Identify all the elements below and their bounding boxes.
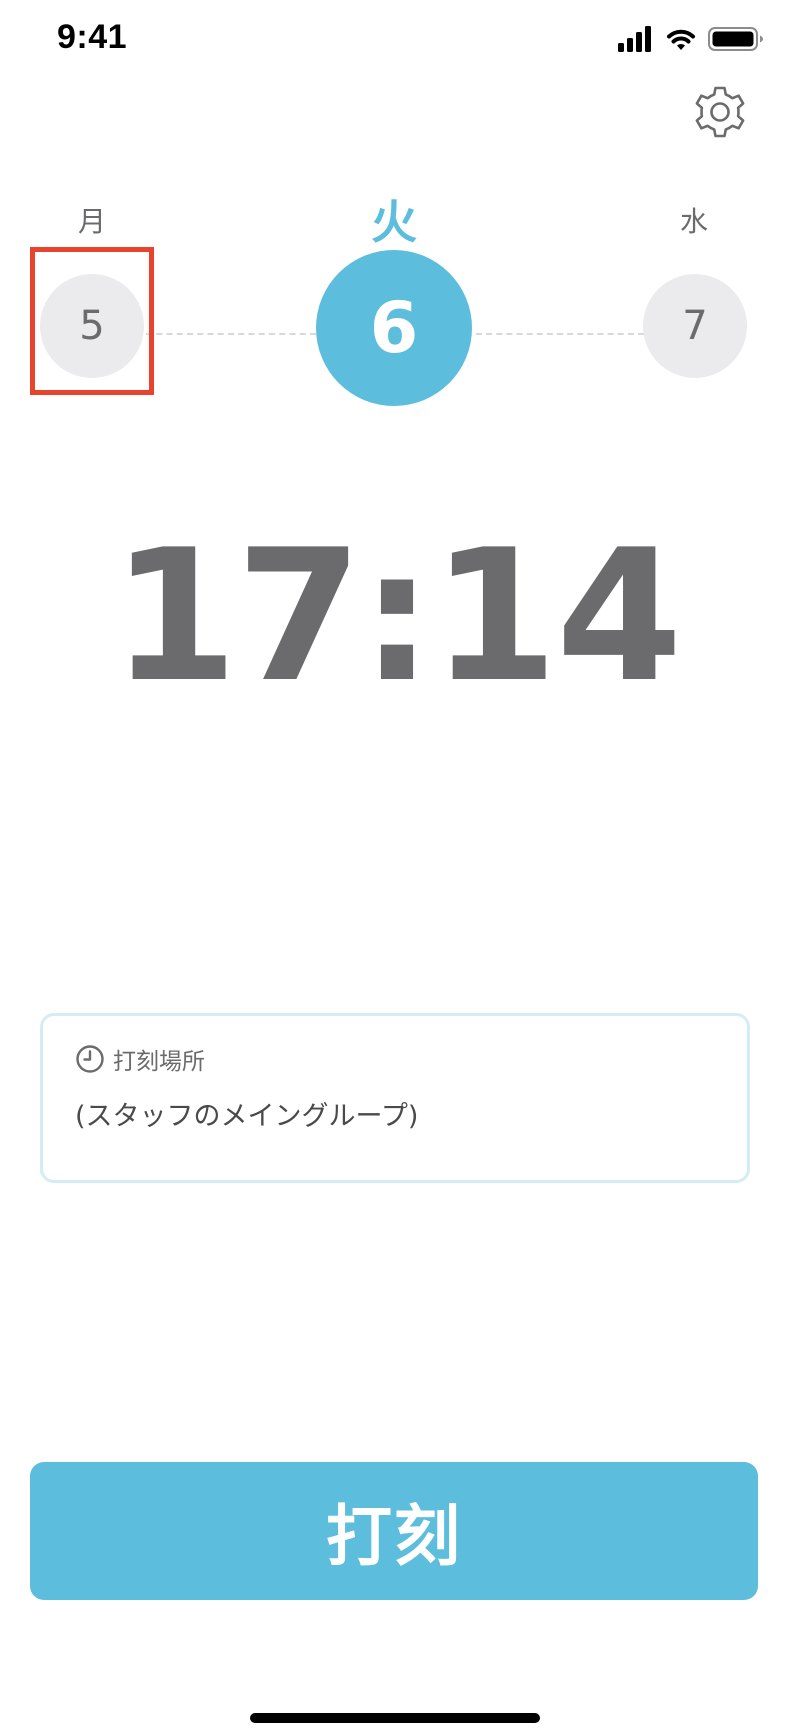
day-button-7[interactable]: 7	[643, 274, 747, 378]
punch-button[interactable]: 打刻	[30, 1462, 758, 1600]
status-time: 9:41	[57, 18, 128, 56]
punch-button-label: 打刻	[326, 1498, 462, 1575]
weekday-label-tue: 火	[371, 195, 417, 249]
day-number: 7	[682, 303, 708, 349]
date-connector-left	[146, 333, 316, 335]
location-label-row: 打刻場所	[75, 1042, 205, 1076]
weekday-label-mon: 月	[77, 205, 106, 238]
location-value: (スタッフのメイングループ)	[75, 1101, 419, 1132]
current-time: 17:14	[111, 510, 682, 722]
wifi-icon	[667, 29, 695, 50]
day-button-6-selected[interactable]: 6	[316, 250, 472, 406]
home-indicator[interactable]	[250, 1713, 540, 1723]
weekday-label-wed: 水	[679, 205, 708, 238]
location-card[interactable]: 打刻場所 (スタッフのメイングループ)	[40, 1013, 750, 1183]
location-label: 打刻場所	[113, 1049, 205, 1075]
cellular-signal-icon	[618, 26, 651, 52]
status-icons	[618, 26, 763, 52]
day-number: 6	[369, 287, 419, 369]
highlight-box	[30, 247, 154, 395]
gear-icon	[695, 86, 745, 138]
settings-button[interactable]	[690, 82, 750, 142]
battery-icon	[708, 27, 763, 51]
clock-icon	[76, 1045, 104, 1073]
date-connector-right	[476, 333, 644, 335]
status-bar: 9:41	[0, 0, 792, 80]
